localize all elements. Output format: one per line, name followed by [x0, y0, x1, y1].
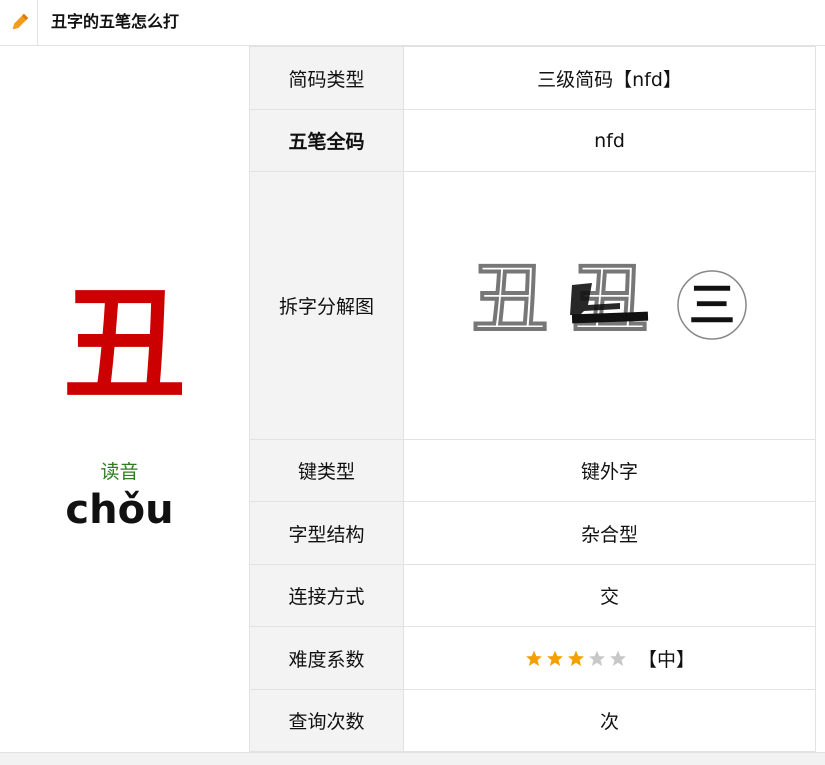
pinyin: chǒu: [65, 487, 174, 533]
difficulty-stars: [524, 649, 628, 668]
row-label: 难度系数: [249, 626, 404, 690]
star-icon: [610, 650, 626, 666]
row-label: 简码类型: [249, 46, 404, 110]
decomposition-cell: 丑 丑 三: [403, 171, 816, 440]
row-value: 交: [403, 564, 816, 627]
star-icon: [589, 650, 605, 666]
row-label: 拆字分解图: [249, 171, 404, 440]
star-icon: [526, 650, 542, 666]
star-icon: [547, 650, 563, 666]
table-row: 键类型 键外字: [249, 439, 816, 502]
row-label: 连接方式: [249, 564, 404, 627]
row-label: 键类型: [249, 439, 404, 502]
table-row: 查询次数 次: [249, 689, 816, 752]
pencil-icon: [0, 0, 38, 45]
table-row: 简码类型 三级简码【nfd】: [249, 46, 816, 110]
row-value: 杂合型: [403, 501, 816, 565]
character-glyph: 丑: [63, 274, 186, 416]
reading-label: 读音: [100, 461, 139, 483]
row-label: 五笔全码: [249, 109, 404, 172]
table-row: 连接方式 交: [249, 564, 816, 627]
row-value: 键外字: [403, 439, 816, 502]
difficulty-cell: 【中】: [403, 626, 816, 690]
row-value: nfd: [403, 109, 816, 172]
row-value: 三级简码【nfd】: [403, 46, 816, 110]
row-value: 次: [403, 689, 816, 752]
table-row: 字型结构 杂合型: [249, 501, 816, 565]
svg-text:三: 三: [689, 278, 735, 332]
table-row: 拆字分解图 丑 丑 三: [249, 171, 816, 440]
decomposition-image: 丑 丑 三: [471, 253, 747, 344]
circled-component: 三: [676, 270, 747, 340]
page-footer: [0, 752, 825, 765]
component-outline: 丑: [472, 254, 548, 343]
star-icon: [568, 650, 584, 666]
table-row: 难度系数 【中】: [249, 626, 816, 690]
difficulty-level: 【中】: [638, 648, 696, 671]
row-label: 查询次数: [249, 689, 404, 752]
table-row: 五笔全码 nfd: [249, 109, 816, 172]
row-label: 字型结构: [249, 501, 404, 565]
wubi-info-table: 简码类型 三级简码【nfd】 五笔全码 nfd 拆字分解图 丑 丑 三 键类型 …: [249, 46, 816, 752]
page-title: 丑字的五笔怎么打: [51, 12, 180, 31]
component-partial: 丑: [569, 253, 648, 344]
character-panel: 丑 读音 chǒu: [0, 46, 249, 751]
page-header: 丑字的五笔怎么打: [0, 0, 825, 46]
